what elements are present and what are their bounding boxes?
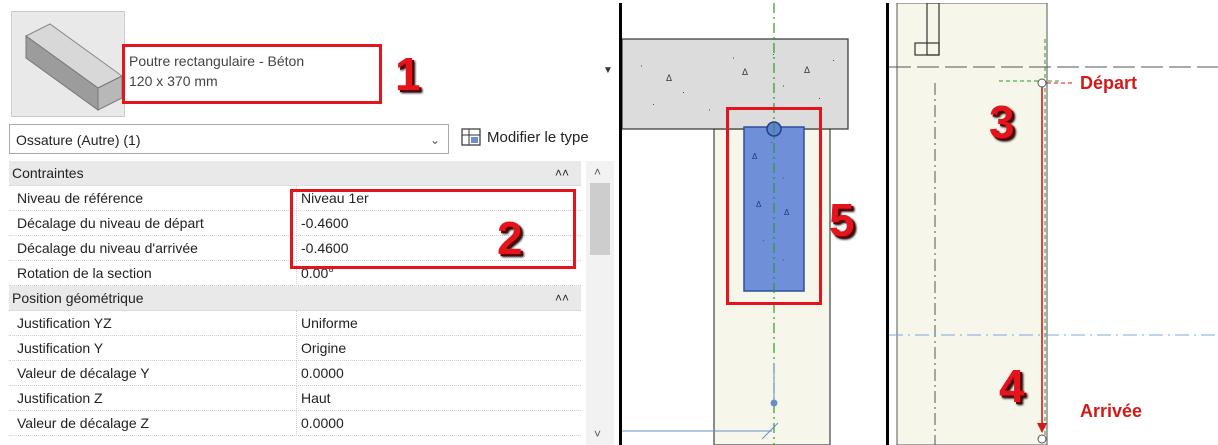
y-justification-value[interactable]: Origine: [296, 336, 564, 359]
category-filter-dropdown[interactable]: Ossature (Autre) (1) ⌄: [9, 124, 449, 154]
beam-thumbnail-image: [25, 23, 123, 111]
property-row: Valeur de décalage Z 0.0000: [9, 411, 581, 436]
svg-text:Δ: Δ: [742, 67, 748, 77]
svg-text:⋅: ⋅: [732, 53, 735, 63]
properties-scrollbar[interactable]: ˄ ˅: [586, 161, 614, 445]
property-label: Décalage du niveau d'arrivée: [17, 240, 198, 256]
collapse-icon[interactable]: ˄˄: [555, 286, 569, 310]
svg-text:⋅: ⋅: [640, 61, 643, 71]
svg-text:·: ·: [682, 87, 685, 97]
svg-text:⋅: ⋅: [782, 81, 785, 91]
callout-box-2: [290, 189, 576, 269]
section-view[interactable]: ⋅ Δ · ⋅ Δ · ⋅ Δ · · ⋅ · Δ · ⋅ Δ Δ · ⋅ 5: [622, 3, 889, 445]
callout-number-2: 2: [497, 212, 523, 264]
property-label: Rotation de la section: [17, 265, 152, 281]
callout-box-5: [726, 107, 822, 305]
property-row: Justification Y Origine: [9, 336, 581, 361]
property-label: Niveau de référence: [17, 190, 144, 206]
property-label: Valeur de décalage Y: [17, 365, 150, 381]
end-label: Arrivée: [1080, 401, 1143, 421]
property-label: Justification Z: [17, 390, 103, 406]
z-offset-value[interactable]: 0.0000: [296, 411, 564, 434]
svg-text:⋅: ⋅: [708, 105, 711, 115]
group-header-constraints[interactable]: Contraintes ˄˄: [9, 161, 581, 186]
svg-text:·: ·: [818, 93, 821, 103]
callout-box-1: [122, 44, 382, 104]
svg-text:Δ: Δ: [804, 65, 810, 75]
chevron-down-icon: ⌄: [429, 133, 440, 147]
property-label: Valeur de décalage Z: [17, 415, 150, 431]
properties-panel: Poutre rectangulaire - Béton 120 x 370 m…: [3, 3, 622, 445]
scrollbar-thumb[interactable]: [590, 183, 610, 255]
property-label: Décalage du niveau de départ: [17, 215, 204, 231]
callout-number-1: 1: [395, 48, 421, 100]
group-header-geometric-position[interactable]: Position géométrique ˄˄: [9, 286, 581, 311]
property-label: Justification YZ: [17, 315, 112, 331]
yz-justification-value[interactable]: Uniforme: [296, 311, 564, 334]
edit-type-button[interactable]: Modifier le type: [461, 128, 589, 146]
collapse-icon[interactable]: ˄˄: [555, 161, 569, 185]
property-row: Valeur de décalage Y 0.0000: [9, 361, 581, 386]
screenshot-frame: Poutre rectangulaire - Béton 120 x 370 m…: [0, 0, 1218, 445]
edit-type-label: Modifier le type: [487, 128, 589, 146]
scroll-up-icon[interactable]: ˄: [594, 165, 601, 179]
elevation-view[interactable]: Départ Arrivée 3 4: [889, 3, 1218, 445]
dropdown-arrow-icon[interactable]: ▼: [603, 65, 613, 76]
property-label: Justification Y: [17, 340, 104, 356]
type-thumbnail: [11, 11, 125, 117]
svg-text:Δ: Δ: [666, 73, 672, 83]
callout-number-5: 5: [829, 194, 855, 246]
property-row: Justification Z Haut: [9, 386, 581, 411]
svg-text:·: ·: [832, 55, 835, 65]
start-label: Départ: [1080, 73, 1138, 93]
group-title: Position géométrique: [12, 290, 144, 306]
elevation-view-drawing: [889, 3, 1218, 445]
callout-number-3: 3: [989, 96, 1015, 148]
edit-type-icon: [461, 128, 481, 146]
group-title: Contraintes: [12, 165, 84, 181]
property-row: Justification YZ Uniforme: [9, 311, 581, 336]
svg-text:·: ·: [652, 99, 655, 109]
category-filter-label: Ossature (Autre) (1): [16, 132, 141, 148]
z-justification-value[interactable]: Haut: [296, 386, 564, 409]
callout-number-4: 4: [999, 360, 1025, 412]
scroll-down-icon[interactable]: ˅: [594, 427, 601, 441]
y-offset-value[interactable]: 0.0000: [296, 361, 564, 384]
